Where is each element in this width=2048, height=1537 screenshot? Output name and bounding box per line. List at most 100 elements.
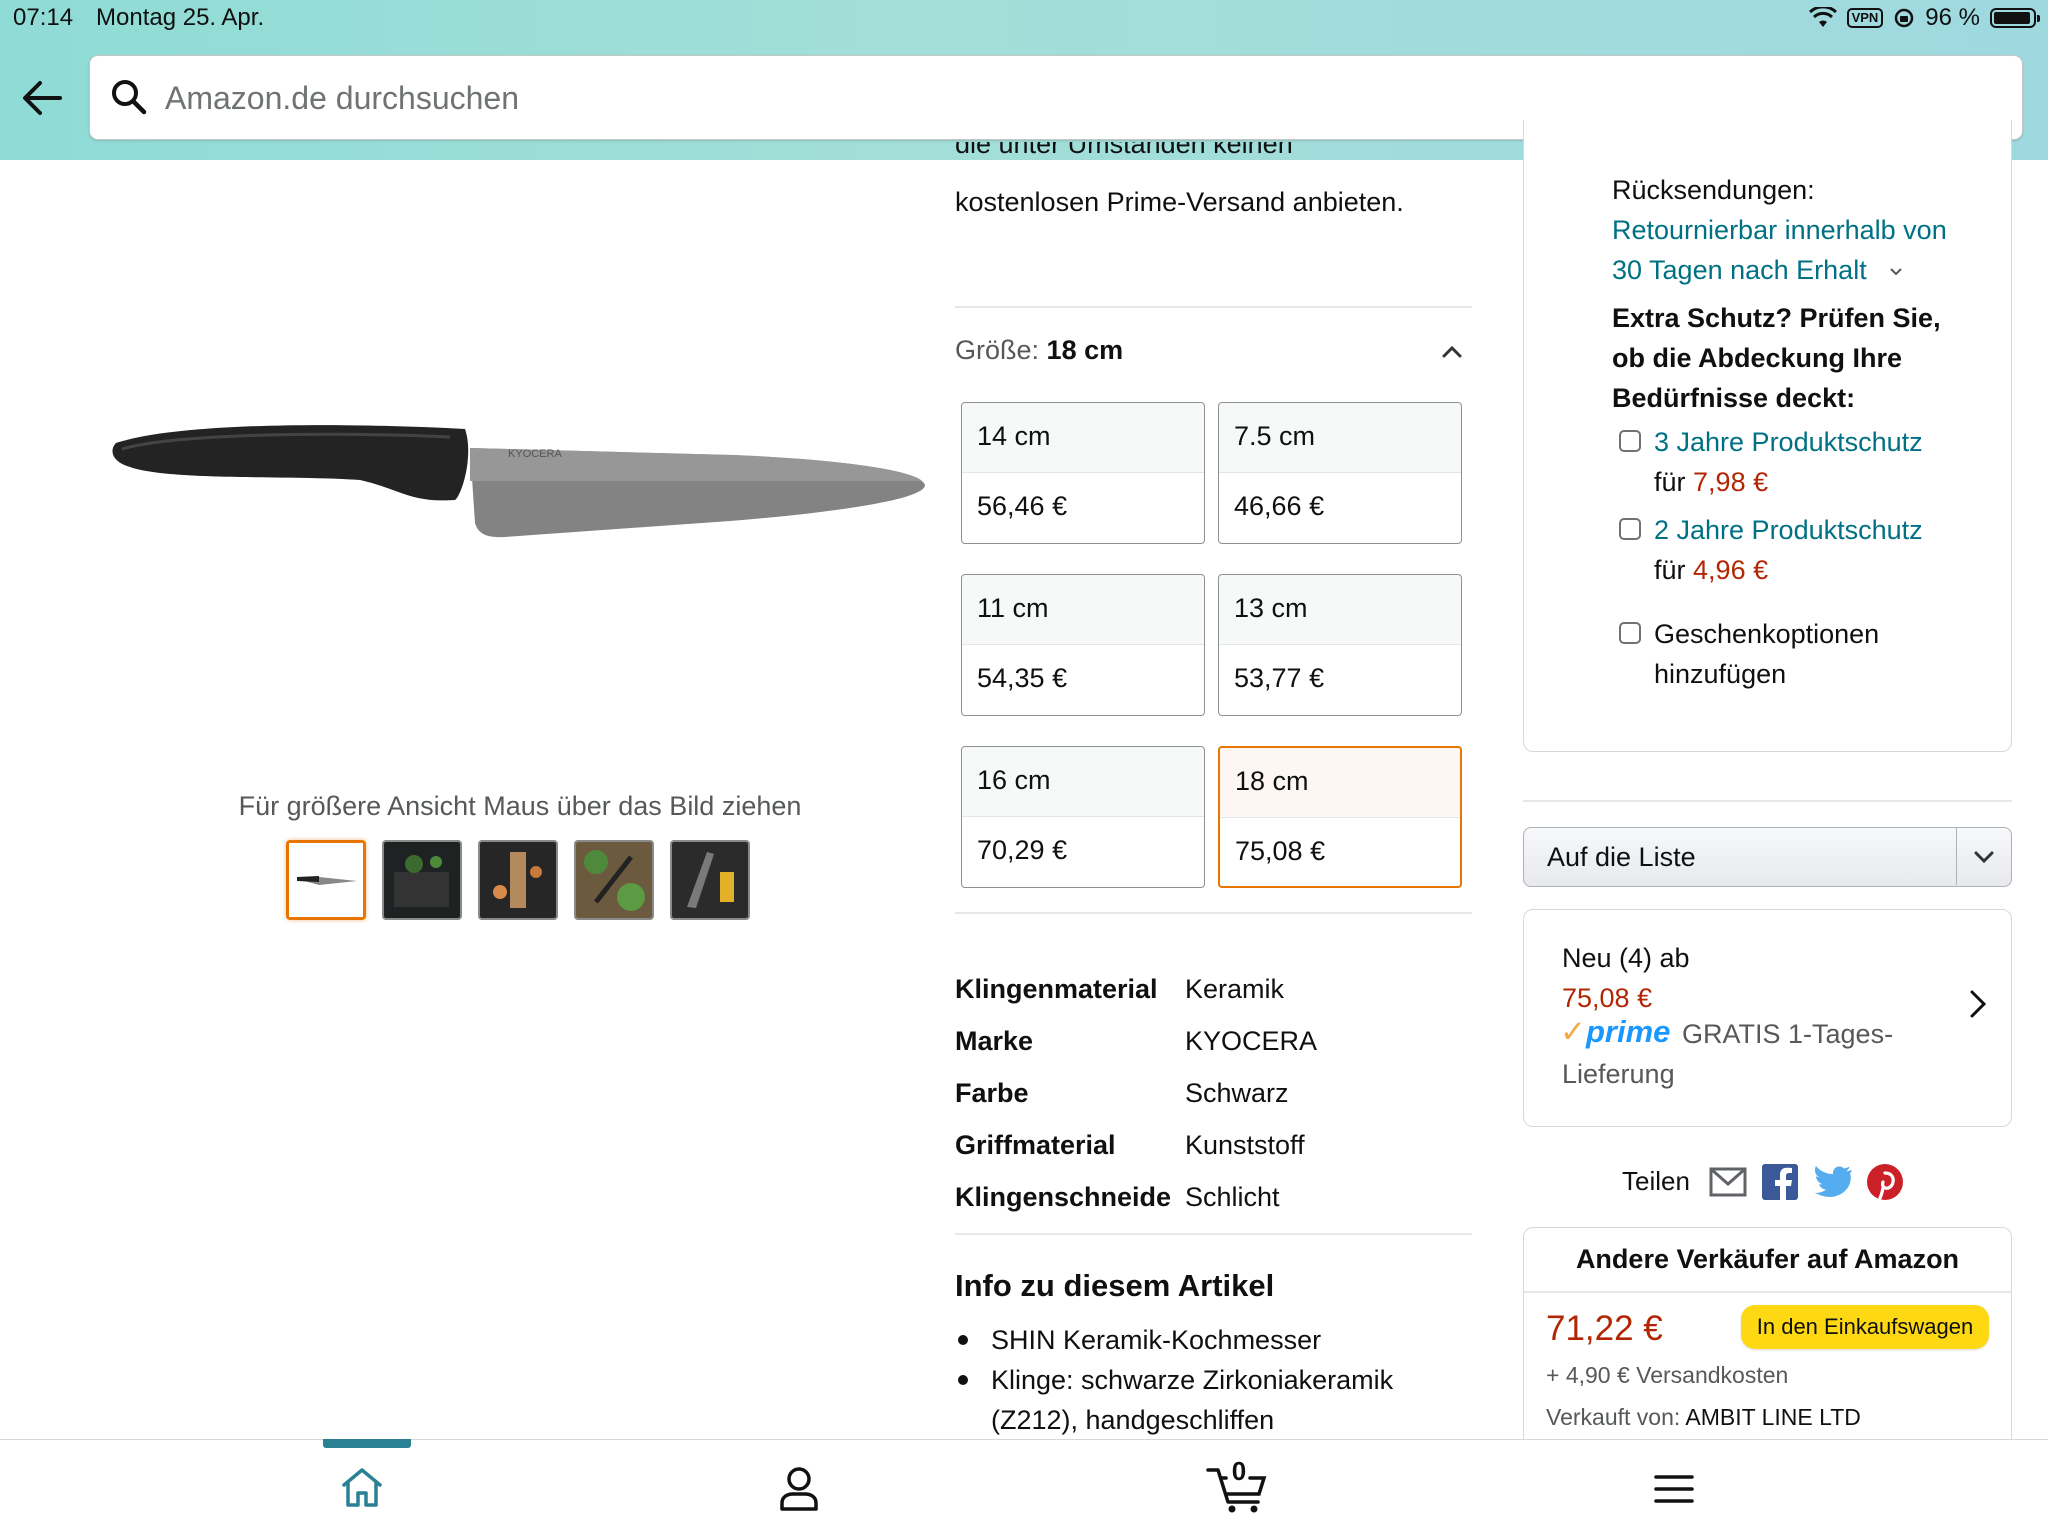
add-to-list-dropdown[interactable]: Auf die Liste: [1523, 827, 2012, 887]
size-option-size: 16 cm: [962, 747, 1204, 817]
status-indicators: VPN 96 %: [1808, 4, 2040, 32]
other-seller-shipping: + 4,90 € Versandkosten: [1546, 1362, 1789, 1388]
prime-badge: ✓prime: [1560, 1014, 1671, 1049]
spec-label: Klingenschneide: [955, 1182, 1172, 1212]
account-icon[interactable]: [778, 1465, 820, 1511]
chevron-down-icon: [1974, 851, 1994, 864]
delivery-line1: GRATIS 1-Tages-: [1682, 1019, 1894, 1049]
menu-icon[interactable]: [1654, 1474, 1694, 1504]
delivery-line2: Lieferung: [1562, 1059, 1675, 1089]
size-option-size: 7.5 cm: [1219, 403, 1461, 473]
add-to-cart-button[interactable]: In den Einkaufswagen: [1741, 1305, 1989, 1349]
new-offers-price: 75,08 €: [1562, 983, 1653, 1013]
spec-value: Kunststoff: [1185, 1130, 1305, 1160]
size-option-18cm[interactable]: 18 cm 75,08 €: [1218, 746, 1462, 888]
dropdown-toggle[interactable]: [1956, 828, 2011, 885]
knife-brand-logo: KYOCERA: [508, 448, 562, 460]
returns-link[interactable]: Retournierbar innerhalb von 30 Tagen nac…: [1612, 210, 1947, 290]
spec-label: Klingenmaterial: [955, 974, 1158, 1004]
orientation-lock-icon: [1895, 8, 1914, 28]
gift-options-checkbox[interactable]: [1619, 622, 1641, 644]
product-image[interactable]: KYOCERA: [110, 395, 940, 555]
vpn-badge: VPN: [1846, 8, 1884, 28]
thumbnail-2[interactable]: [382, 840, 462, 920]
returns-label: Rücksendungen:: [1612, 175, 1815, 205]
chevron-right-icon[interactable]: [1966, 988, 1990, 1020]
size-option-11cm[interactable]: 11 cm 54,35 €: [961, 574, 1205, 716]
divider: [1523, 800, 2012, 802]
other-seller-price: 71,22 €: [1546, 1309, 1663, 1348]
protection-3y-option[interactable]: 3 Jahre Produktschutz für 7,98 €: [1654, 422, 1923, 502]
shipping-note-line1: die unter Umständen keinen: [955, 142, 1293, 159]
bullet-text: (Z212), handgeschliffen: [991, 1405, 1275, 1435]
bullet-item: SHIN Keramik-Kochmesser: [955, 1320, 1321, 1360]
size-option-7-5cm[interactable]: 7.5 cm 46,66 €: [1218, 402, 1462, 544]
spec-value: KYOCERA: [1185, 1026, 1318, 1056]
spec-label: Griffmaterial: [955, 1130, 1116, 1160]
size-selector-label: Größe: 18 cm: [955, 335, 1124, 365]
facebook-share-icon[interactable]: [1762, 1164, 1798, 1200]
size-option-price: 46,66 €: [1234, 491, 1325, 521]
divider: [1524, 1291, 2011, 1293]
new-offers-label: Neu (4) ab: [1562, 943, 1690, 973]
protection-3y-price: 7,98 €: [1693, 467, 1769, 497]
thumbnail-4[interactable]: [574, 840, 654, 920]
twitter-share-icon[interactable]: [1814, 1166, 1852, 1198]
thumbnail-5[interactable]: [670, 840, 750, 920]
bullet-text: SHIN Keramik-Kochmesser: [991, 1325, 1322, 1355]
size-option-price: 75,08 €: [1235, 836, 1326, 866]
bullet-dot: [958, 1335, 968, 1345]
divider: [955, 912, 1472, 914]
zoom-hint: Für größere Ansicht Maus über das Bild z…: [238, 791, 802, 821]
status-date: Montag 25. Apr.: [96, 4, 265, 31]
search-icon: [112, 80, 147, 115]
spec-value: Keramik: [1185, 974, 1285, 1004]
bottom-navigation: 0: [0, 1439, 2048, 1537]
bullet-text: Klinge: schwarze Zirkoniakeramik: [991, 1365, 1394, 1395]
protection-2y-checkbox[interactable]: [1619, 518, 1641, 540]
spec-value: Schwarz: [1185, 1078, 1289, 1108]
size-option-price: 56,46 €: [977, 491, 1068, 521]
spec-value: Schlicht: [1185, 1182, 1280, 1212]
home-icon[interactable]: [339, 1465, 385, 1509]
size-option-13cm[interactable]: 13 cm 53,77 €: [1218, 574, 1462, 716]
back-button[interactable]: [20, 78, 70, 122]
spec-label: Farbe: [955, 1078, 1029, 1108]
size-option-size: 13 cm: [1219, 575, 1461, 645]
selected-size: 18 cm: [1046, 335, 1124, 365]
bullet-dot: [958, 1375, 968, 1385]
add-to-list-label: Auf die Liste: [1547, 842, 1696, 872]
other-sellers-title: Andere Verkäufer auf Amazon: [1575, 1244, 1960, 1274]
chevron-down-icon: [1890, 268, 1902, 276]
size-option-size: 14 cm: [962, 403, 1204, 473]
email-share-icon[interactable]: [1709, 1166, 1747, 1198]
size-option-size: 18 cm: [1220, 748, 1460, 818]
chevron-up-icon[interactable]: [1440, 342, 1464, 360]
shipping-note-line2: kostenlosen Prime-Versand anbieten.: [955, 187, 1404, 217]
divider: [955, 1233, 1472, 1235]
size-option-price: 54,35 €: [977, 663, 1068, 693]
arrow-left-icon: [23, 81, 62, 115]
pinterest-share-icon[interactable]: [1867, 1164, 1903, 1200]
divider: [955, 306, 1472, 308]
gift-options-label[interactable]: Geschenkoptionen hinzufügen: [1654, 614, 1879, 694]
seller-name[interactable]: AMBIT LINE LTD: [1685, 1404, 1861, 1430]
size-option-16cm[interactable]: 16 cm 70,29 €: [961, 746, 1205, 888]
size-option-price: 70,29 €: [977, 835, 1068, 865]
sold-by: Verkauft von: AMBIT LINE LTD: [1546, 1404, 1861, 1430]
cart-count: 0: [1231, 1456, 1247, 1486]
cart-button[interactable]: 0: [1206, 1456, 1268, 1514]
battery-percent: 96 %: [1925, 4, 1980, 31]
active-tab-indicator: [323, 1439, 411, 1448]
thumbnail-3[interactable]: [478, 840, 558, 920]
protection-heading: Extra Schutz? Prüfen Sie, ob die Abdecku…: [1612, 303, 1941, 413]
size-option-14cm[interactable]: 14 cm 56,46 €: [961, 402, 1205, 544]
thumbnail-1[interactable]: [286, 840, 366, 920]
battery-icon: [1990, 8, 2040, 28]
size-option-size: 11 cm: [962, 575, 1204, 645]
protection-2y-option[interactable]: 2 Jahre Produktschutz für 4,96 €: [1654, 510, 1923, 590]
share-label: Teilen: [1622, 1166, 1690, 1196]
protection-3y-checkbox[interactable]: [1619, 430, 1641, 452]
protection-2y-price: 4,96 €: [1693, 555, 1769, 585]
wifi-icon: [1808, 7, 1837, 27]
